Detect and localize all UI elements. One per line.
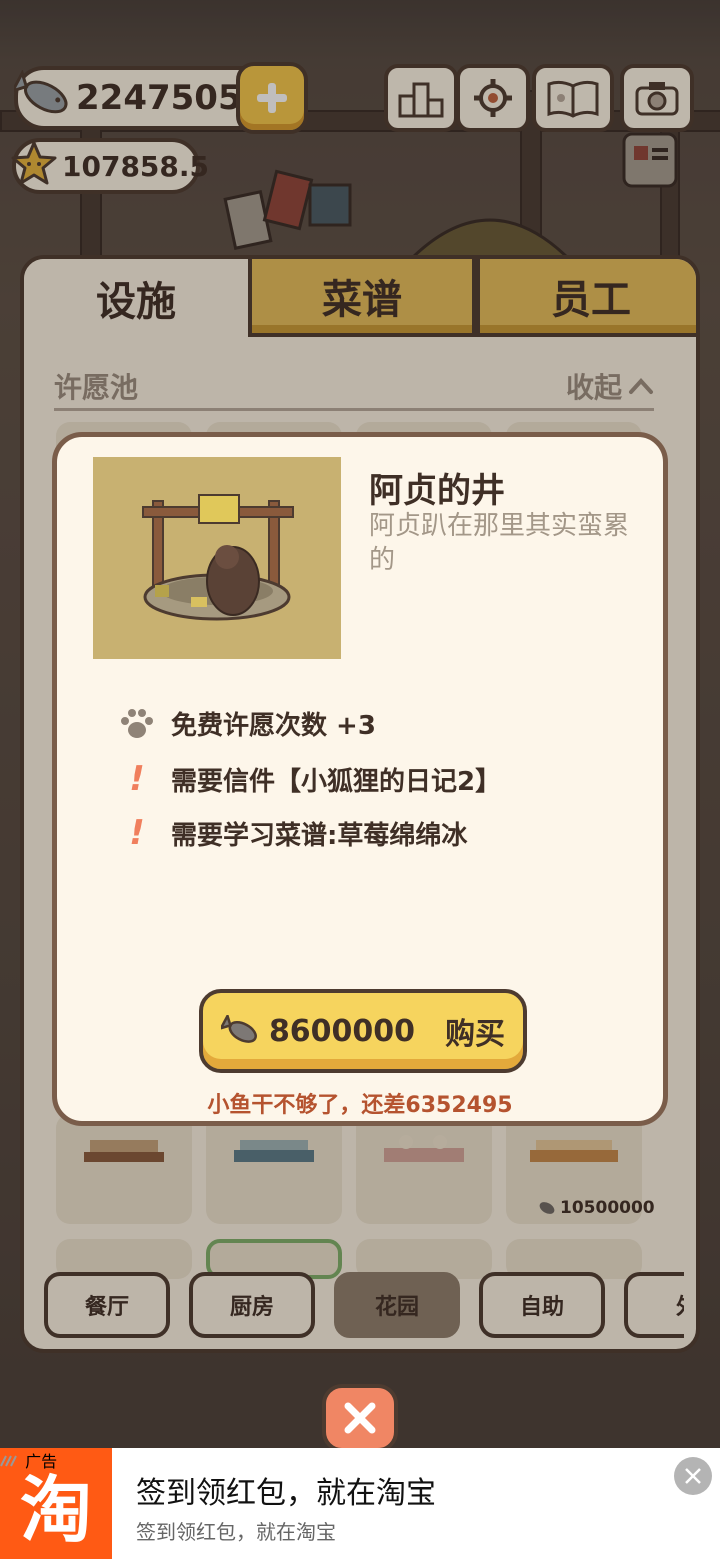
- effect-text: 免费许愿次数 +3: [171, 711, 376, 741]
- buy-button[interactable]: 8600000 购买: [199, 989, 527, 1073]
- exclamation-icon: !: [129, 813, 145, 853]
- effect-row: 免费许愿次数 +3: [117, 705, 376, 742]
- ad-label: 广告: [0, 1448, 57, 1472]
- ad-close-button[interactable]: [674, 1457, 712, 1495]
- ad-banner[interactable]: 淘 签到领红包，就在淘宝 签到领红包，就在淘宝: [0, 1448, 720, 1559]
- ad-label-text: 广告: [25, 1452, 58, 1471]
- buy-price: 8600000: [268, 1013, 416, 1049]
- well-illustration: [142, 494, 294, 621]
- item-description: 阿贞趴在那里其实蛮累的: [369, 511, 630, 575]
- close-modal-button[interactable]: [322, 1384, 398, 1452]
- item-name: 阿贞的井: [369, 471, 505, 511]
- close-icon: [344, 1402, 376, 1434]
- requirement-row: ! 需要信件【小狐狸的日记2】: [117, 759, 501, 799]
- exclamation-icon: !: [129, 759, 145, 799]
- ad-mark-icon: [0, 1455, 17, 1467]
- insufficient-funds-warning: 小鱼干不够了，还差6352495: [207, 1093, 513, 1118]
- ad-subtitle: 签到领红包，就在淘宝: [136, 1520, 336, 1544]
- requirement-text: 需要信件【小狐狸的日记2】: [171, 766, 502, 797]
- close-icon: [685, 1468, 701, 1484]
- requirement-row: ! 需要学习菜谱:草莓绵绵冰: [117, 813, 467, 853]
- item-image: [93, 457, 341, 659]
- fish-icon: [220, 1015, 257, 1043]
- paw-icon: [121, 708, 153, 738]
- requirement-text: 需要学习菜谱:草莓绵绵冰: [171, 820, 468, 851]
- item-detail-modal: 阿贞的井 阿贞趴在那里其实蛮累的 免费许愿次数 +3 ! 需要信件【小狐狸的日记…: [52, 432, 668, 1126]
- ad-title: 签到领红包，就在淘宝: [136, 1476, 436, 1511]
- buy-label: 购买: [445, 1017, 506, 1052]
